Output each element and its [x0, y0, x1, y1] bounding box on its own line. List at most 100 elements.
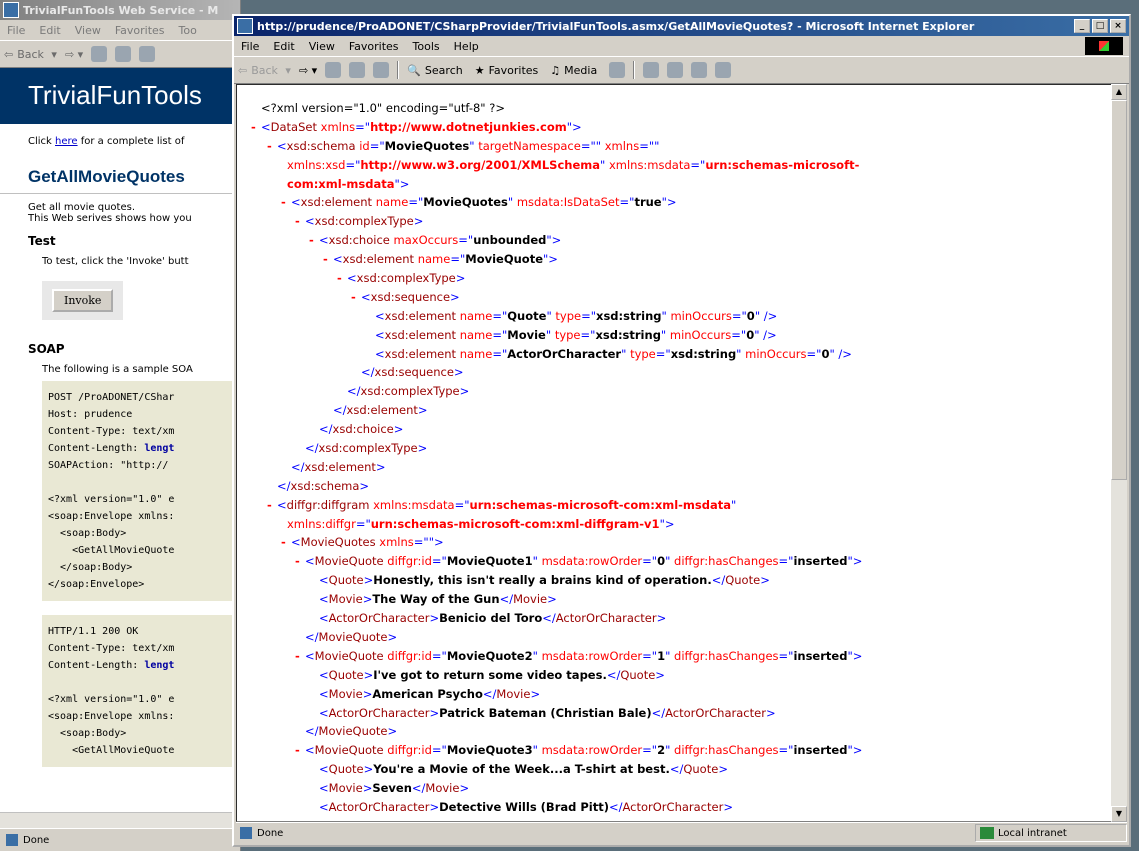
collapse-toggle[interactable]: -	[295, 552, 305, 571]
soap-request-sample: POST /ProADONET/CShar Host: prudence Con…	[42, 381, 240, 601]
xml-close-complex-type: </xsd:complexType>	[347, 384, 470, 399]
forward-button[interactable]: ⇨ ▾	[299, 64, 317, 77]
vertical-scrollbar[interactable]: ▲ ▼	[1111, 84, 1127, 822]
xml-record-quote: <Quote>You're a Movie of the Week...a T-…	[319, 762, 728, 777]
stop-icon[interactable]	[91, 46, 108, 62]
collapse-toggle[interactable]: -	[267, 137, 277, 156]
xml-record-open[interactable]: - <MovieQuote diffgr:id="MovieQuote3" msd…	[251, 741, 862, 760]
xml-line-sequence[interactable]: - <xsd:sequence>	[251, 288, 862, 307]
collapse-toggle[interactable]: -	[281, 533, 291, 552]
menu-tools[interactable]: Tools	[406, 40, 447, 53]
edit-icon[interactable]	[691, 62, 708, 78]
menu-file[interactable]: File	[0, 24, 32, 37]
xml-line-root-element[interactable]: - <xsd:element name="MovieQuotes" msdata:…	[251, 193, 862, 212]
zone-label: Local intranet	[998, 827, 1067, 839]
history-icon[interactable]	[609, 62, 626, 78]
collapse-toggle[interactable]: -	[323, 250, 333, 269]
xml-line-complex-type[interactable]: - <xsd:complexType>	[251, 212, 862, 231]
minimize-button[interactable]: _	[1074, 19, 1090, 33]
close-button[interactable]: ×	[1110, 19, 1126, 33]
search-label: Search	[424, 63, 463, 77]
xml-record-close: </MovieQuote>	[305, 724, 398, 739]
menu-file[interactable]: File	[234, 40, 266, 53]
operation-desc-1: Get all movie quotes.	[28, 202, 136, 213]
code-line: <soap:Envelope xmlns:	[48, 511, 175, 522]
menu-view[interactable]: View	[68, 24, 108, 37]
collapse-toggle[interactable]: -	[281, 193, 291, 212]
print-icon[interactable]	[667, 62, 684, 78]
mail-icon[interactable]	[643, 62, 660, 78]
menu-edit[interactable]: Edit	[32, 24, 67, 37]
quote-text: I've got to return some video tapes.	[373, 667, 607, 682]
movie-text: American Psycho	[372, 686, 483, 701]
background-page-content: TrivialFunTools Click here for a complet…	[0, 68, 240, 828]
diffgram-namespace: urn:schemas-microsoft-com:xml-diffgram-v…	[370, 516, 660, 531]
background-horizontal-scrollbar[interactable]	[0, 812, 240, 829]
test-heading: Test	[28, 234, 56, 248]
scroll-thumb[interactable]	[1111, 100, 1127, 480]
back-button[interactable]: ⇦ Back ▾	[4, 48, 57, 61]
background-title-bar[interactable]: TrivialFunTools Web Service - M	[0, 0, 240, 20]
home-icon[interactable]	[373, 62, 390, 78]
xml-record-actor: <ActorOrCharacter>Detective Wills (Brad …	[319, 799, 733, 814]
menu-help[interactable]: Help	[447, 40, 486, 53]
menu-tools[interactable]: Too	[172, 24, 204, 37]
title-bar[interactable]: http://prudence/ProADONET/CSharpProvider…	[234, 16, 1129, 36]
menu-view[interactable]: View	[302, 40, 342, 53]
xml-record-quote: <Quote>I've got to return some video tap…	[319, 667, 665, 682]
scroll-down-arrow-icon[interactable]: ▼	[1111, 806, 1127, 822]
soap-heading: SOAP	[28, 342, 65, 356]
xml-line-schema[interactable]: - <xsd:schema id="MovieQuotes" targetName…	[251, 137, 862, 156]
back-label: Back	[17, 47, 44, 61]
collapse-toggle[interactable]: -	[251, 118, 261, 137]
collapse-toggle[interactable]: -	[337, 269, 347, 288]
xml-record-open[interactable]: - <MovieQuote diffgr:id="MovieQuote1" msd…	[251, 552, 862, 571]
xml-result-browser-window[interactable]: http://prudence/ProADONET/CSharpProvider…	[232, 14, 1131, 847]
background-browser-window[interactable]: TrivialFunTools Web Service - M File Edi…	[0, 0, 241, 851]
xml-line-quotes[interactable]: - <MovieQuotes xmlns="">	[251, 533, 862, 552]
collapse-toggle[interactable]: -	[295, 647, 305, 666]
search-button[interactable]: 🔍 Search	[407, 64, 467, 77]
status-bar: Done Local intranet	[236, 822, 1127, 843]
xml-line-dataset[interactable]: - <DataSet xmlns="http://www.dotnetjunkie…	[251, 118, 862, 137]
discuss-icon[interactable]	[715, 62, 732, 78]
collapse-toggle[interactable]: -	[351, 288, 361, 307]
collapse-toggle[interactable]: -	[295, 212, 305, 231]
refresh-icon[interactable]	[349, 62, 366, 78]
xml-line-row-complex-type[interactable]: - <xsd:complexType>	[251, 269, 862, 288]
menu-favorites[interactable]: Favorites	[342, 40, 406, 53]
operations-list-link[interactable]: here	[55, 136, 78, 147]
xml-line-diffgram-cont: xmlns:diffgr="urn:schemas-microsoft-com:…	[287, 516, 675, 531]
stop-icon[interactable]	[325, 62, 342, 78]
diffgram-msdata-namespace: urn:schemas-microsoft-com:xml-msdata	[469, 497, 732, 512]
xml-line-row-element[interactable]: - <xsd:element name="MovieQuote">	[251, 250, 862, 269]
code-line: Content-Length:	[48, 660, 145, 671]
record-has-changes: inserted	[793, 743, 848, 758]
collapse-toggle[interactable]: -	[309, 231, 319, 250]
xml-close-choice: </xsd:choice>	[319, 422, 404, 437]
favorites-button[interactable]: ★ Favorites	[475, 64, 543, 77]
actor-text: Detective Wills (Brad Pitt)	[439, 799, 609, 814]
menu-favorites[interactable]: Favorites	[108, 24, 172, 37]
scroll-up-arrow-icon[interactable]: ▲	[1111, 84, 1127, 100]
field-name: Movie	[507, 327, 546, 342]
xml-record-open[interactable]: - <MovieQuote diffgr:id="MovieQuote2" msd…	[251, 647, 862, 666]
media-button[interactable]: ♫ Media	[550, 64, 601, 77]
xml-line-diffgram[interactable]: - <diffgr:diffgram xmlns:msdata="urn:sche…	[251, 496, 862, 515]
refresh-icon[interactable]	[115, 46, 132, 62]
xml-record-movie: <Movie>American Psycho</Movie>	[319, 686, 541, 701]
security-zone: Local intranet	[975, 824, 1127, 842]
maximize-button[interactable]: □	[1092, 19, 1108, 33]
back-button[interactable]: ⇦ Back ▾	[238, 64, 291, 77]
invoke-button[interactable]: Invoke	[52, 289, 114, 312]
xml-line-choice[interactable]: - <xsd:choice maxOccurs="unbounded">	[251, 231, 862, 250]
home-icon[interactable]	[139, 46, 156, 62]
forward-button[interactable]: ⇨ ▾	[65, 48, 83, 61]
movie-text: The Way of the Gun	[372, 592, 500, 607]
collapse-toggle[interactable]: -	[267, 496, 277, 515]
background-status-bar: Done	[0, 828, 240, 851]
code-line: POST /ProADONET/CShar	[48, 392, 175, 403]
code-line: Host: prudence	[48, 409, 133, 420]
collapse-toggle[interactable]: -	[295, 741, 305, 760]
menu-edit[interactable]: Edit	[266, 40, 301, 53]
